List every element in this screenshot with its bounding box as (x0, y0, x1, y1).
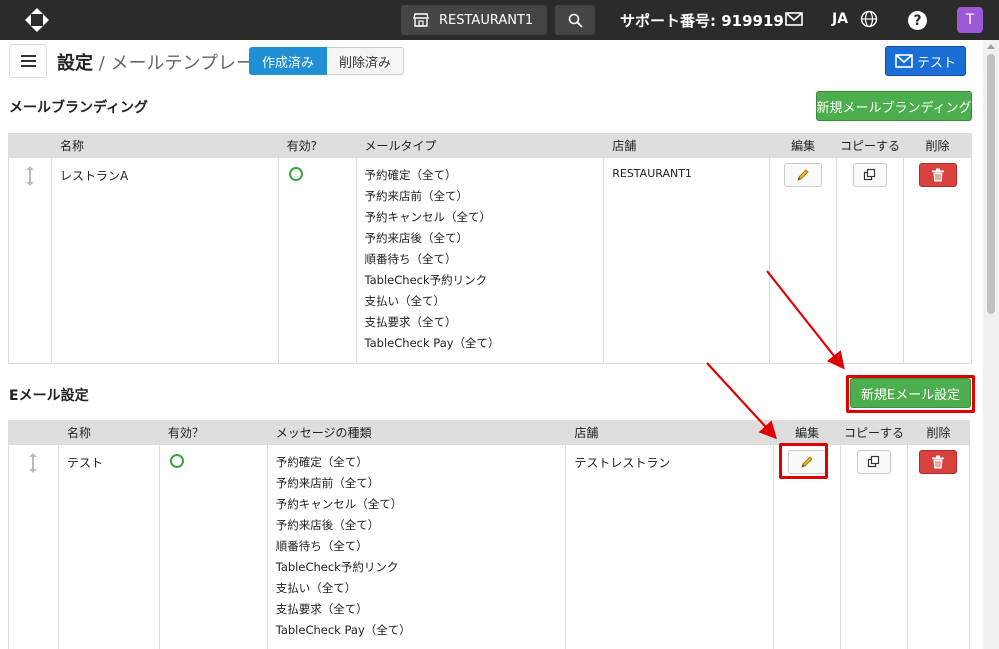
col-enabled[interactable]: 有効？ (159, 420, 268, 445)
new-branding-button[interactable]: 新規メールブランディング (816, 91, 972, 121)
language-label[interactable]: JA (832, 11, 848, 27)
col-copy: コピーする (836, 133, 904, 158)
breadcrumb-settings[interactable]: 設定 (57, 53, 93, 74)
scrollbar-thumb[interactable] (987, 54, 995, 314)
scroll-up-icon[interactable] (987, 44, 995, 49)
avatar[interactable]: T (957, 7, 983, 33)
branding-table: 名称 有効? メールタイプ 店舗 編集 コピーする 削除 レストランA 予約確定… (8, 133, 972, 364)
delete-button[interactable] (919, 450, 958, 474)
store-name: RESTAURANT1 (439, 12, 534, 28)
trash-icon (931, 168, 944, 182)
copy-icon (863, 168, 876, 181)
drag-handle-icon[interactable] (25, 166, 35, 186)
tablecheck-logo-icon[interactable] (24, 7, 50, 33)
annotation-highlight-new-button (846, 375, 975, 413)
enabled-circle-icon (288, 167, 303, 181)
row-mail-types: 予約確定（全て） 予約来店前（全て） 予約キャンセル（全て） 予約来店後（全て）… (356, 157, 605, 364)
col-delete: 削除 (903, 133, 972, 158)
table-row: レストランA 予約確定（全て） 予約来店前（全て） 予約キャンセル（全て） 予約… (8, 157, 972, 364)
support-number: サポート番号: 919919 (620, 12, 784, 30)
search-button[interactable] (555, 5, 595, 35)
tab-created[interactable]: 作成済み (249, 47, 328, 75)
delete-button[interactable] (918, 163, 957, 187)
enabled-circle-icon (169, 454, 184, 468)
tab-deleted[interactable]: 削除済み (327, 47, 405, 75)
mail-icon (895, 54, 913, 68)
hamburger-menu-button[interactable] (9, 44, 47, 78)
branding-section-title: メールブランディング (9, 100, 149, 116)
email-settings-section-title: Eメール設定 (9, 388, 89, 404)
row-store: テストレストラン (565, 444, 775, 649)
col-edit: 編集 (769, 133, 838, 158)
col-name[interactable]: 名称 (58, 420, 160, 445)
copy-button[interactable] (853, 163, 888, 187)
top-bar: RESTAURANT1 サポート番号: 919919 JA ? T (0, 0, 999, 40)
breadcrumb-current: メールテンプレート (110, 53, 272, 74)
trash-icon (932, 455, 945, 469)
col-mail-type[interactable]: メールタイプ (356, 133, 605, 158)
col-delete: 削除 (907, 420, 971, 445)
col-name[interactable]: 名称 (51, 133, 279, 158)
store-icon (413, 13, 429, 27)
store-selector[interactable]: RESTAURANT1 (401, 5, 547, 35)
copy-icon (867, 455, 880, 468)
globe-icon[interactable] (860, 10, 878, 28)
pencil-icon (797, 169, 809, 181)
annotation-highlight-edit-button (779, 443, 828, 479)
col-copy: コピーする (840, 420, 908, 445)
status-tabs: 作成済み 削除済み (249, 47, 405, 75)
col-store[interactable]: 店舗 (565, 420, 775, 445)
row-store: RESTAURANT1 (603, 157, 771, 364)
col-message-type[interactable]: メッセージの種類 (267, 420, 567, 445)
drag-handle-icon[interactable] (28, 453, 38, 473)
help-icon[interactable]: ? (908, 11, 927, 30)
page-scrollbar[interactable] (983, 40, 999, 649)
col-enabled[interactable]: 有効? (278, 133, 357, 158)
search-icon (568, 13, 583, 28)
col-edit: 編集 (773, 420, 842, 445)
row-name: レストランA (51, 157, 279, 364)
row-name: テスト (58, 444, 160, 649)
row-message-types: 予約確定（全て） 予約来店前（全て） 予約キャンセル（全て） 予約来店後（全て）… (267, 444, 567, 649)
col-store[interactable]: 店舗 (603, 133, 771, 158)
edit-button[interactable] (784, 163, 823, 187)
mail-icon[interactable] (785, 12, 803, 26)
page-title: 設定 / メールテンプレート (57, 53, 272, 74)
copy-button[interactable] (857, 450, 892, 474)
test-button[interactable]: テスト (885, 46, 966, 76)
